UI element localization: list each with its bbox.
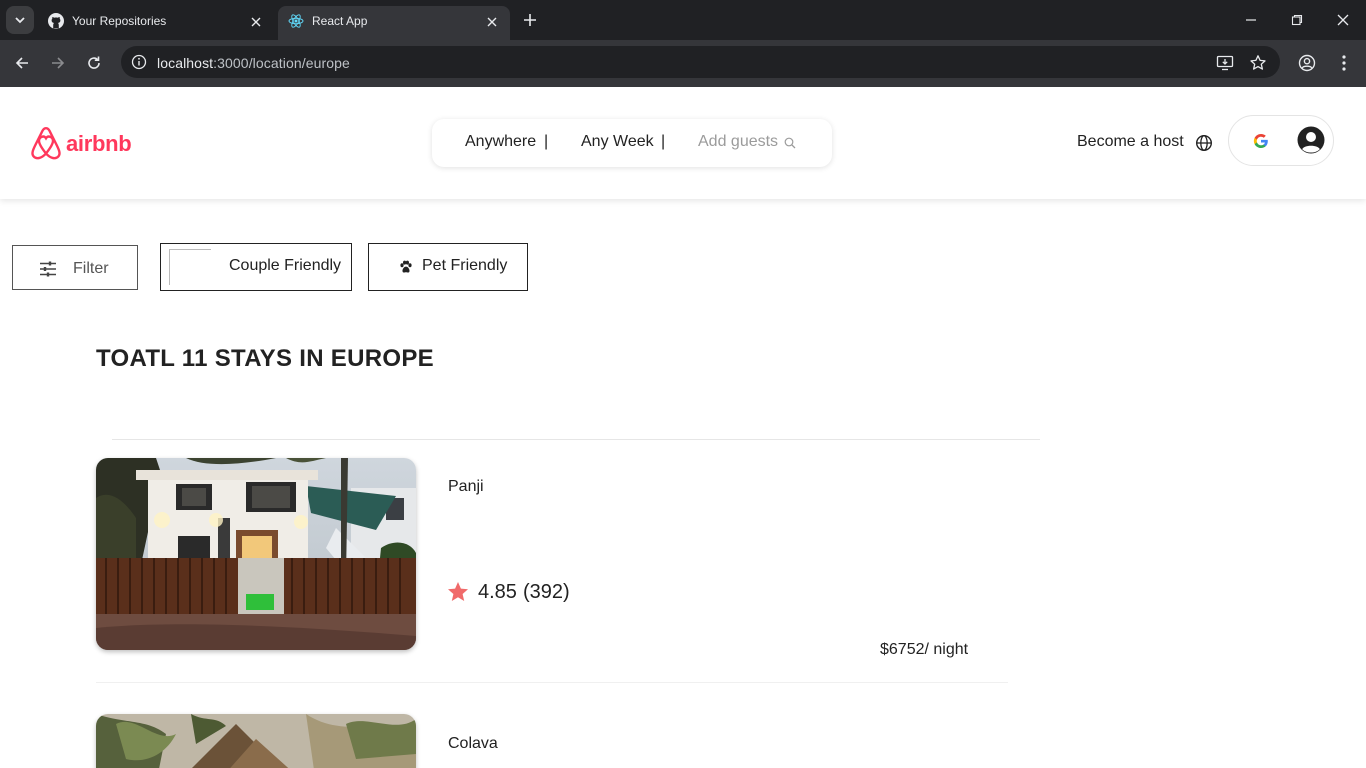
tab-title: React App xyxy=(312,14,368,28)
install-app-icon[interactable] xyxy=(1216,54,1234,72)
reload-icon xyxy=(88,56,100,69)
bookmark-star-icon[interactable] xyxy=(1249,54,1267,72)
browser-tab-strip: Your Repositories React App xyxy=(0,0,1366,40)
become-a-host-link[interactable]: Become a host xyxy=(1077,133,1184,151)
close-tab-icon[interactable] xyxy=(248,14,264,30)
minimize-icon xyxy=(1246,19,1256,21)
filter-button[interactable]: Filter xyxy=(12,245,138,290)
minimize-button[interactable] xyxy=(1241,10,1261,30)
user-avatar-icon[interactable] xyxy=(1297,126,1325,154)
tune-sliders-icon xyxy=(40,261,56,277)
search-anywhere[interactable]: Anywhere xyxy=(465,133,536,151)
airbnb-logo-icon xyxy=(31,127,61,160)
results-title: TOATL 11 STAYS IN EUROPE xyxy=(96,345,434,372)
paw-icon xyxy=(400,260,412,273)
rating-value: 4.85 xyxy=(478,580,517,603)
close-window-button[interactable] xyxy=(1333,10,1353,30)
cottage-photo xyxy=(96,714,416,768)
tab-title: Your Repositories xyxy=(72,14,167,28)
listing-divider xyxy=(96,682,1008,683)
close-icon xyxy=(1337,14,1349,26)
react-icon xyxy=(288,14,304,28)
profile-icon xyxy=(1298,54,1316,72)
site-header: airbnb Anywhere | Any Week | Add guests … xyxy=(0,87,1366,199)
more-vert-icon xyxy=(1342,55,1346,71)
listing-name[interactable]: Colava xyxy=(448,735,498,753)
search-divider: | xyxy=(544,133,549,150)
chevron-down-icon xyxy=(15,17,25,24)
airbnb-logo[interactable]: airbnb xyxy=(30,127,132,161)
listing-name[interactable]: Panji xyxy=(448,478,484,496)
search-icon[interactable] xyxy=(784,137,796,149)
results-divider xyxy=(112,439,1040,440)
search-add-guests[interactable]: Add guests xyxy=(698,133,778,151)
listing-photo[interactable] xyxy=(96,458,416,650)
new-tab-button[interactable] xyxy=(520,10,540,30)
address-bar[interactable]: localhost:3000/location/europe xyxy=(121,46,1280,78)
search-any-week[interactable]: Any Week xyxy=(581,133,654,151)
back-button[interactable] xyxy=(11,52,33,74)
url-host: localhost xyxy=(157,55,214,71)
house-photo xyxy=(96,458,416,650)
tab-your-repositories[interactable]: Your Repositories xyxy=(38,6,274,40)
arrow-left-icon xyxy=(15,57,28,69)
review-count: (392) xyxy=(522,580,570,603)
user-menu-button[interactable] xyxy=(1228,115,1334,166)
broken-image-icon xyxy=(169,249,211,285)
globe-icon[interactable] xyxy=(1195,134,1213,152)
tab-react-app[interactable]: React App xyxy=(278,6,510,40)
page-viewport: airbnb Anywhere | Any Week | Add guests … xyxy=(0,87,1366,768)
couple-friendly-chip[interactable]: Couple Friendly xyxy=(160,243,352,291)
github-icon xyxy=(48,13,64,29)
close-tab-icon[interactable] xyxy=(484,14,500,30)
listing-rating: 4.85 (392) xyxy=(446,580,570,604)
star-icon xyxy=(448,582,468,601)
profile-button[interactable] xyxy=(1297,53,1317,73)
arrow-right-icon xyxy=(52,57,65,69)
url-text: localhost:3000/location/europe xyxy=(157,55,350,71)
search-divider: | xyxy=(661,133,666,150)
google-icon[interactable] xyxy=(1253,133,1269,149)
chip-label: Couple Friendly xyxy=(229,257,342,274)
browser-toolbar: localhost:3000/location/europe xyxy=(0,40,1366,87)
chip-label: Pet Friendly xyxy=(422,257,508,274)
reload-button[interactable] xyxy=(83,52,105,74)
restore-button[interactable] xyxy=(1287,10,1307,30)
listing-price: $6752/ night xyxy=(880,641,969,658)
logo-text: airbnb xyxy=(66,131,132,156)
site-info-icon[interactable] xyxy=(131,54,147,70)
tab-search-button[interactable] xyxy=(6,6,34,34)
plus-icon xyxy=(524,14,536,26)
url-path: :3000/location/europe xyxy=(213,55,350,71)
filter-label: Filter xyxy=(73,260,109,277)
search-bar[interactable]: Anywhere | Any Week | Add guests xyxy=(432,119,832,167)
pet-friendly-chip[interactable]: Pet Friendly xyxy=(368,243,528,291)
restore-icon xyxy=(1291,14,1303,26)
browser-menu-button[interactable] xyxy=(1334,53,1354,73)
forward-button[interactable] xyxy=(47,52,69,74)
listing-photo[interactable] xyxy=(96,714,416,768)
